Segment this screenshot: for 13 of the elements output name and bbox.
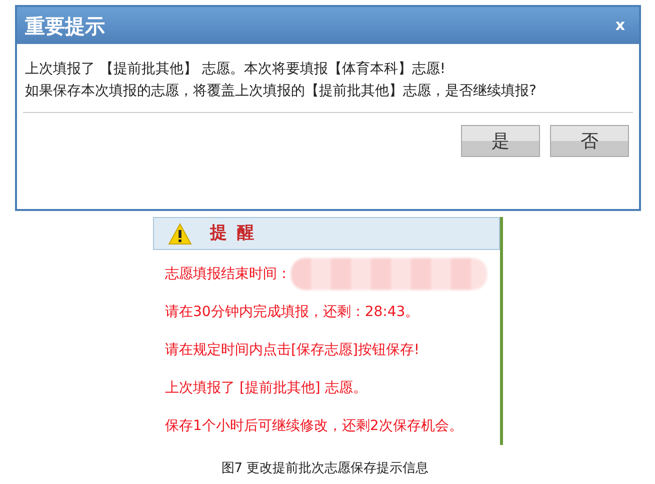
reminder-text: 请在规定时间内点击[保存志愿]按钮保存!: [165, 341, 420, 360]
reminder-text: 请在30分钟内完成填报，还剩：28:43。: [165, 303, 420, 322]
dialog-title: 重要提示: [25, 12, 105, 40]
figure-caption: 图7 更改提前批次志愿保存提示信息: [221, 461, 429, 476]
warning-icon: [168, 222, 192, 244]
dialog-button[interactable]: 是: [461, 125, 540, 157]
message-text: 如果保存本次填报的志愿，将覆盖上次填报的【提前批其他】志愿，是否继续填报?: [25, 82, 538, 101]
reminder-text: 志愿填报结束时间：: [165, 264, 291, 284]
reminder-text: 上次填报了 [提前批其他] 志愿。: [165, 379, 367, 398]
message-text: 上次填报了 【提前批其他】 志愿。本次将要填报【体育本科】志愿!: [25, 60, 447, 79]
dialog-button[interactable]: 否: [550, 125, 629, 157]
reminder-text: 保存1个小时后可继续修改，还剩2次保存机会。: [165, 417, 463, 436]
reminder-title: 提 醒: [210, 222, 256, 245]
